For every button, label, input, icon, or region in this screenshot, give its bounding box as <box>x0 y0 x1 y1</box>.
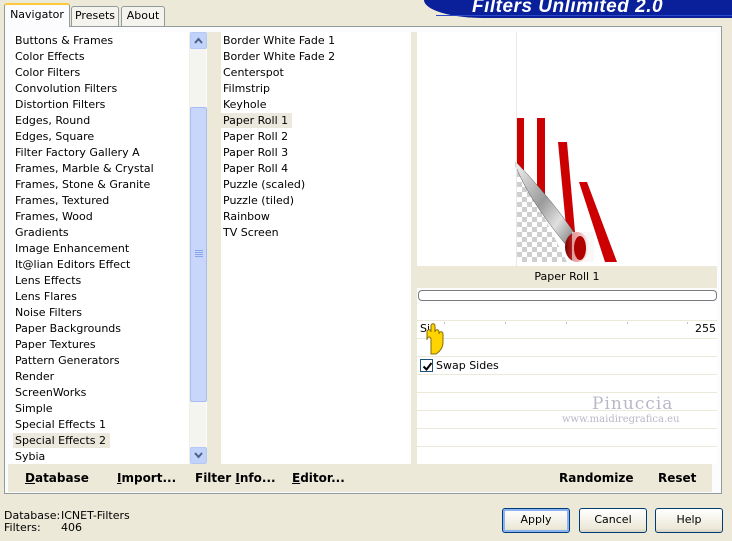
category-item[interactable]: Frames, Stone & Granite <box>13 177 150 192</box>
apply-button[interactable]: Apply <box>502 508 570 533</box>
category-item[interactable]: Noise Filters <box>13 305 82 320</box>
category-item[interactable]: Frames, Wood <box>13 209 93 224</box>
paper-roll-preview-image <box>515 118 617 262</box>
editor-button[interactable]: Editor... <box>292 471 345 485</box>
category-item[interactable]: Distortion Filters <box>13 97 105 112</box>
status-filters-label: Filters: <box>4 521 41 534</box>
scroll-up-button[interactable] <box>190 32 207 49</box>
category-item[interactable]: Frames, Marble & Crystal <box>13 161 154 176</box>
preview-filter-name: Paper Roll 1 <box>417 266 717 288</box>
category-item[interactable]: Simple <box>13 401 53 416</box>
category-item[interactable]: Edges, Round <box>13 113 90 128</box>
chevron-up-icon <box>194 37 203 44</box>
category-item[interactable]: ScreenWorks <box>13 385 86 400</box>
category-item[interactable]: Lens Effects <box>13 273 81 288</box>
category-item[interactable]: Pattern Generators <box>13 353 120 368</box>
category-item[interactable]: Edges, Square <box>13 129 94 144</box>
help-button[interactable]: Help <box>655 508 723 533</box>
category-item[interactable]: Special Effects 2 <box>13 433 111 448</box>
row-divider <box>417 356 717 357</box>
row-divider <box>417 374 717 375</box>
grip-icon <box>195 250 203 259</box>
category-item[interactable]: Buttons & Frames <box>13 33 113 48</box>
category-item[interactable]: Render <box>13 369 54 384</box>
category-item[interactable]: Sybia <box>13 449 45 464</box>
category-item[interactable]: Frames, Textured <box>13 193 109 208</box>
banner-title: Filters Unlimited 2.0 <box>472 0 664 17</box>
status-filters-value: 406 <box>61 521 82 534</box>
watermark-url: www.maidiregrafica.eu <box>562 414 680 425</box>
filter-item[interactable]: Keyhole <box>221 97 266 112</box>
hand-pointer-icon <box>426 323 444 355</box>
row-divider <box>417 446 717 447</box>
tab-navigator[interactable]: Navigator <box>4 3 70 27</box>
category-item[interactable]: Filter Factory Gallery A <box>13 145 140 160</box>
filter-info-button[interactable]: Filter Info... <box>195 471 276 485</box>
randomize-button[interactable]: Randomize <box>559 471 633 485</box>
swap-sides-label: Swap Sides <box>436 359 499 372</box>
row-divider <box>417 338 717 339</box>
reset-button[interactable]: Reset <box>658 471 696 485</box>
filter-item[interactable]: Puzzle (scaled) <box>221 177 305 192</box>
import-button[interactable]: Import... <box>117 471 176 485</box>
swap-sides-checkbox[interactable] <box>420 359 433 372</box>
chevron-down-icon <box>194 452 203 459</box>
category-item[interactable]: Special Effects 1 <box>13 417 106 432</box>
filter-item[interactable]: Rainbow <box>221 209 270 224</box>
database-button[interactable]: Database <box>25 471 89 485</box>
filter-item[interactable]: Paper Roll 2 <box>221 129 288 144</box>
watermark-name: Pinuccia <box>592 394 674 414</box>
filter-list[interactable]: Border White Fade 1 Border White Fade 2 Ce… <box>221 32 411 464</box>
slider-track[interactable] <box>444 322 688 324</box>
row-divider <box>417 392 717 393</box>
filter-item[interactable]: Border White Fade 2 <box>221 49 335 64</box>
filter-item[interactable]: Paper Roll 4 <box>221 161 288 176</box>
category-item[interactable]: Convolution Filters <box>13 81 117 96</box>
row-divider <box>417 320 717 321</box>
category-item[interactable]: Lens Flares <box>13 289 77 304</box>
filter-item[interactable]: Puzzle (tiled) <box>221 193 294 208</box>
filter-item[interactable]: Centerspot <box>221 65 284 80</box>
filter-item[interactable]: Paper Roll 3 <box>221 145 288 160</box>
list-separator <box>207 32 221 464</box>
category-item[interactable]: Color Filters <box>13 65 80 80</box>
category-item[interactable]: Paper Backgrounds <box>13 321 121 336</box>
category-item[interactable]: Image Enhancement <box>13 241 129 256</box>
filter-item[interactable]: Filmstrip <box>221 81 270 96</box>
slider-value: 255 <box>695 322 716 335</box>
row-divider <box>417 428 717 429</box>
category-list[interactable]: Buttons & Frames Color Effects Color Filte… <box>13 32 189 464</box>
preview-guide-line <box>516 32 517 266</box>
scroll-down-button[interactable] <box>190 447 207 464</box>
progress-bar <box>418 290 717 301</box>
cancel-button[interactable]: Cancel <box>579 508 647 533</box>
tab-presets[interactable]: Presets <box>71 6 119 26</box>
tab-about[interactable]: About <box>121 6 165 26</box>
filter-item[interactable]: TV Screen <box>221 225 279 240</box>
category-item[interactable]: Paper Textures <box>13 337 96 352</box>
scroll-thumb[interactable] <box>190 107 207 402</box>
filter-item[interactable]: Border White Fade 1 <box>221 33 335 48</box>
checkmark-icon <box>422 362 433 372</box>
category-scrollbar[interactable] <box>189 32 207 464</box>
parameters-panel <box>417 304 717 464</box>
category-item[interactable]: Gradients <box>13 225 69 240</box>
filter-item[interactable]: Paper Roll 1 <box>221 113 293 128</box>
category-item[interactable]: It@lian Editors Effect <box>13 257 130 272</box>
category-item[interactable]: Color Effects <box>13 49 85 64</box>
preview-area <box>417 32 717 266</box>
